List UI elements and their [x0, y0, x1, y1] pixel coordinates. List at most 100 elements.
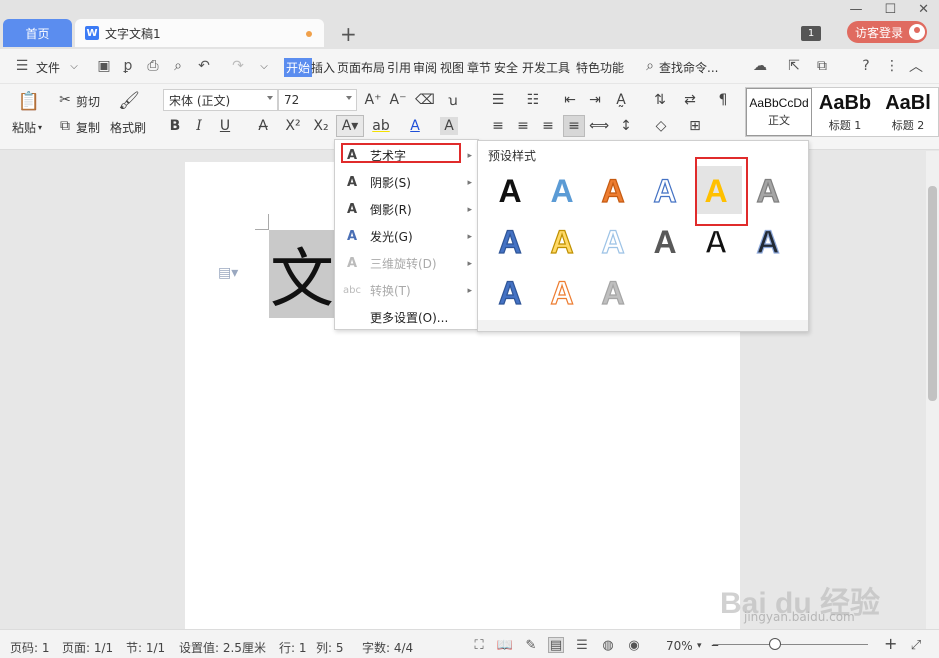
menu-tab-chapter[interactable]: 章节: [467, 59, 491, 76]
undo-icon[interactable]: ↶: [196, 58, 212, 74]
print-icon[interactable]: ⎙: [145, 58, 161, 74]
wordart-preset-14[interactable]: A: [537, 268, 587, 318]
font-name-select[interactable]: 宋体 (正文): [163, 89, 278, 111]
style-normal[interactable]: AaBbCcDd 正文: [746, 88, 812, 136]
menu-item-shadow[interactable]: A 阴影(S) ▸: [335, 169, 478, 196]
menu-tab-insert[interactable]: 插入: [311, 59, 335, 76]
tab-count-badge[interactable]: 1: [801, 26, 821, 41]
text-effects-button[interactable]: A▾: [336, 115, 364, 137]
fit-window-icon[interactable]: ⤢: [908, 637, 924, 653]
line-spacing-icon[interactable]: ↕: [617, 117, 635, 135]
paragraph-mark-icon[interactable]: ¶: [714, 91, 732, 109]
wordart-preset-15[interactable]: A: [588, 268, 638, 318]
menu-tab-references[interactable]: 引用: [387, 59, 411, 76]
collapse-ribbon-icon[interactable]: ︿: [908, 58, 924, 75]
write-mode-icon[interactable]: ✎: [523, 637, 539, 653]
search-icon[interactable]: ⌕: [642, 58, 658, 74]
login-button[interactable]: 访客登录: [847, 21, 927, 43]
more-tools-icon[interactable]: ⧉: [814, 58, 830, 74]
wordart-preset-3[interactable]: A: [588, 166, 638, 216]
scissors-icon[interactable]: ✂: [56, 91, 74, 109]
quick-access-more-icon[interactable]: ⌵: [256, 58, 272, 74]
reading-mode-icon[interactable]: 📖: [497, 637, 513, 653]
minimize-button[interactable]: —: [849, 2, 862, 17]
style-heading-1[interactable]: AaBb 标题 1: [812, 88, 878, 136]
strikethrough-icon[interactable]: A̶: [254, 117, 272, 135]
highlight-icon[interactable]: ab: [372, 117, 390, 135]
wordart-preset-12[interactable]: A: [743, 217, 793, 267]
zoom-level-select[interactable]: 70%: [666, 639, 693, 653]
numbering-icon[interactable]: ☷: [524, 91, 542, 109]
menu-item-more-settings[interactable]: 更多设置(O)...: [335, 304, 478, 331]
subscript-icon[interactable]: X₂: [312, 117, 330, 135]
new-tab-button[interactable]: +: [340, 22, 357, 46]
print-preview-icon[interactable]: ⌕: [170, 58, 186, 74]
export-pdf-icon[interactable]: ꝑ: [120, 58, 136, 74]
wordart-preset-13[interactable]: A: [485, 268, 535, 318]
chinese-layout-icon[interactable]: A̰: [612, 91, 630, 109]
chevron-down-icon[interactable]: ⌵: [66, 58, 82, 74]
fullscreen-icon[interactable]: ⛶: [471, 637, 487, 653]
save-icon[interactable]: ▣: [96, 58, 112, 74]
more-options-icon[interactable]: ⋮: [884, 58, 900, 74]
show-hide-marks-icon[interactable]: ⇄: [681, 91, 699, 109]
menu-file[interactable]: 文件: [36, 59, 60, 76]
status-column[interactable]: 列: 5: [316, 639, 344, 656]
align-left-icon[interactable]: ≡: [489, 117, 507, 135]
wordart-preset-10[interactable]: A: [640, 217, 690, 267]
sort-icon[interactable]: ⇅: [651, 91, 669, 109]
zoom-slider-knob[interactable]: [769, 638, 781, 650]
wordart-preset-1[interactable]: A: [485, 166, 535, 216]
decrease-font-icon[interactable]: A⁻: [389, 91, 407, 109]
increase-indent-icon[interactable]: ⇥: [586, 91, 604, 109]
menu-tab-page-layout[interactable]: 页面布局: [337, 59, 385, 76]
eye-protection-icon[interactable]: ◉: [626, 637, 642, 653]
superscript-icon[interactable]: X²: [284, 117, 302, 135]
align-center-icon[interactable]: ≡: [514, 117, 532, 135]
borders-icon[interactable]: ⊞: [686, 117, 704, 135]
wordart-preset-7[interactable]: A: [485, 217, 535, 267]
justify-icon[interactable]: ≡: [563, 115, 585, 137]
wordart-preset-6[interactable]: A: [743, 166, 793, 216]
menu-tab-security[interactable]: 安全: [494, 59, 518, 76]
status-setting[interactable]: 设置值: 2.5厘米: [179, 639, 266, 656]
menu-tab-developer[interactable]: 开发工具: [522, 59, 570, 76]
tab-document[interactable]: W 文字文稿1: [75, 19, 324, 47]
page-view-icon[interactable]: ▤: [548, 637, 564, 653]
tab-home[interactable]: 首页: [3, 19, 72, 47]
paste-button[interactable]: 粘贴 ▾: [12, 119, 42, 136]
decrease-indent-icon[interactable]: ⇤: [561, 91, 579, 109]
wordart-preset-2[interactable]: A: [537, 166, 587, 216]
hamburger-menu-icon[interactable]: ☰: [14, 58, 30, 74]
menu-item-transform[interactable]: abc 转换(T) ▸: [335, 277, 478, 304]
format-painter-button[interactable]: 格式刷: [110, 119, 146, 136]
status-pages[interactable]: 页面: 1/1: [62, 639, 113, 656]
shading-icon[interactable]: ◇: [652, 117, 670, 135]
copy-button[interactable]: 复制: [76, 119, 100, 136]
status-word-count[interactable]: 字数: 4/4: [362, 639, 413, 656]
align-right-icon[interactable]: ≡: [539, 117, 557, 135]
character-shading-icon[interactable]: A: [440, 117, 458, 135]
paragraph-handle-icon[interactable]: ▤▾: [218, 265, 238, 281]
zoom-dropdown-icon[interactable]: ▾: [697, 641, 702, 651]
web-view-icon[interactable]: ◍: [600, 637, 616, 653]
wordart-preset-9[interactable]: A: [588, 217, 638, 267]
clear-format-icon[interactable]: ⌫: [415, 91, 435, 109]
cut-button[interactable]: 剪切: [76, 93, 100, 110]
zoom-in-button[interactable]: +: [884, 634, 897, 653]
increase-font-icon[interactable]: A⁺: [364, 91, 382, 109]
menu-item-reflection[interactable]: A 倒影(R) ▸: [335, 196, 478, 223]
outline-view-icon[interactable]: ☰: [574, 637, 590, 653]
wordart-preset-4[interactable]: A: [640, 166, 690, 216]
maximize-button[interactable]: ☐: [884, 2, 896, 17]
selected-text[interactable]: 文: [269, 230, 335, 318]
paste-icon[interactable]: 📋: [18, 90, 40, 112]
menu-item-3d-rotation[interactable]: A 三维旋转(D) ▸: [335, 250, 478, 277]
font-color-icon[interactable]: A: [406, 117, 424, 135]
cloud-sync-icon[interactable]: ☁: [752, 58, 768, 74]
zoom-slider-track[interactable]: [713, 644, 868, 645]
underline-button[interactable]: U: [216, 117, 234, 135]
menu-item-glow[interactable]: A 发光(G) ▸: [335, 223, 478, 250]
format-painter-icon[interactable]: 🖌: [118, 90, 140, 112]
scrollbar-thumb[interactable]: [928, 186, 937, 401]
